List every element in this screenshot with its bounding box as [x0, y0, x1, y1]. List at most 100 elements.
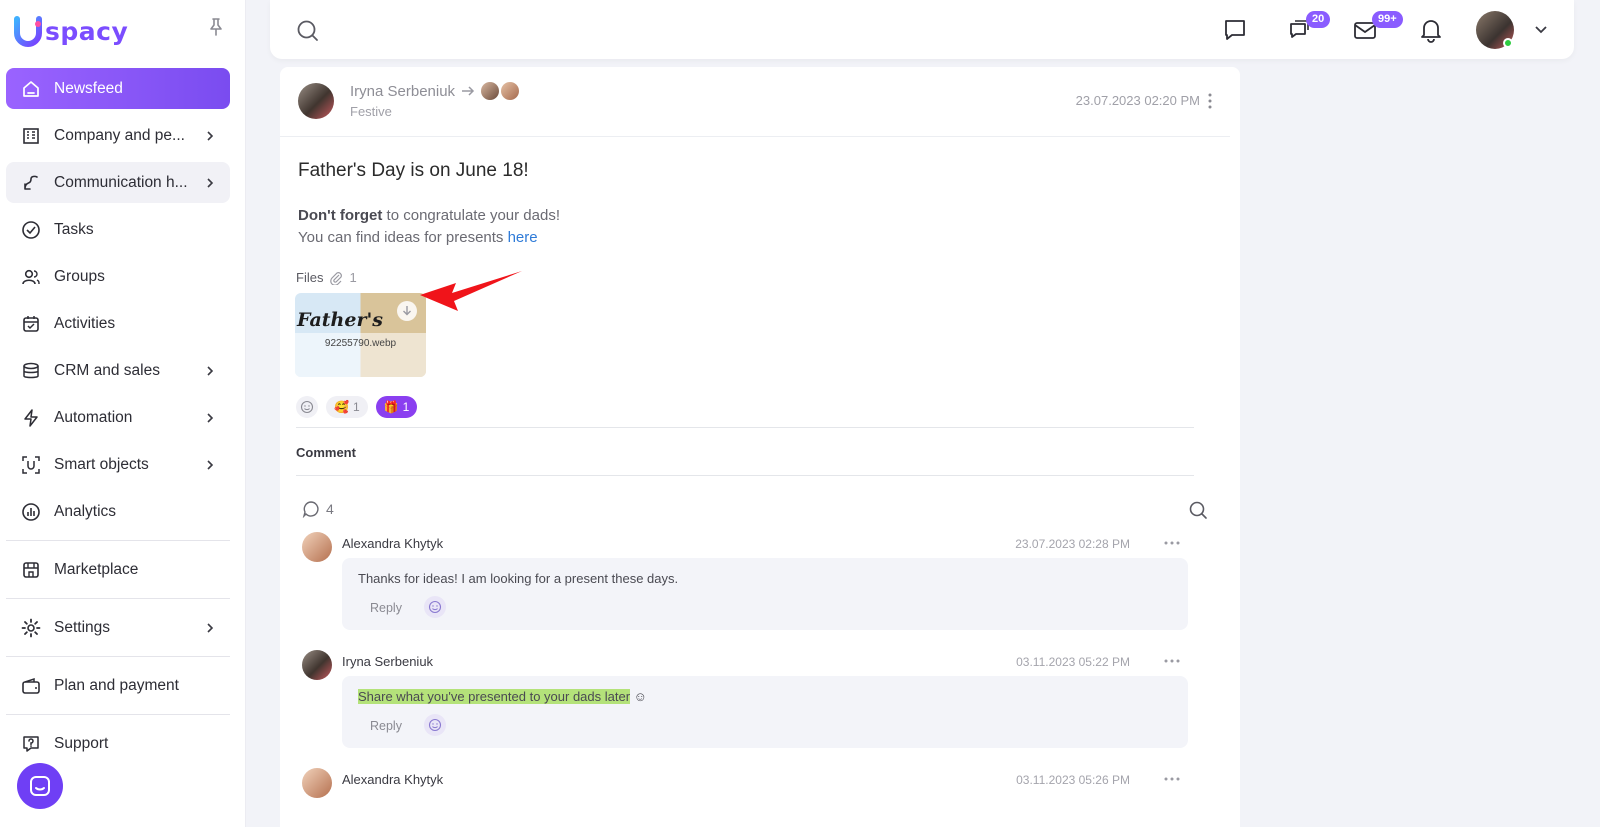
sidebar-item-label: Groups	[54, 267, 105, 285]
logo-icon	[14, 16, 42, 47]
sidebar-item-smart-objects[interactable]: Smart objects	[6, 444, 230, 485]
database-icon	[20, 360, 42, 382]
thumbnail-image-text: Father's	[297, 309, 383, 331]
files-label: Files 1	[296, 270, 357, 285]
pin-icon[interactable]	[207, 17, 225, 37]
sidebar-item-crm[interactable]: CRM and sales	[6, 350, 230, 391]
chevron-right-icon	[207, 177, 214, 188]
comment-button[interactable]: Comment	[296, 445, 356, 460]
post-author-name[interactable]: Iryna Serbeniuk	[350, 83, 455, 100]
communication-icon	[20, 172, 42, 194]
users-icon	[20, 266, 42, 288]
sidebar-item-plan[interactable]: Plan and payment	[6, 665, 230, 706]
comment-author-avatar[interactable]	[302, 650, 332, 680]
help-icon	[20, 733, 42, 755]
sidebar-item-tasks[interactable]: Tasks	[6, 209, 230, 250]
reply-button[interactable]: Reply	[370, 601, 402, 615]
files-count: 1	[349, 270, 357, 285]
sidebar-item-automation[interactable]: Automation	[6, 397, 230, 438]
sidebar-item-communication[interactable]: Communication h...	[6, 162, 230, 203]
nav-divider	[6, 714, 230, 715]
download-icon[interactable]	[397, 301, 417, 321]
reactions-bar: 🥰 1 🎁 1	[296, 396, 418, 418]
sidebar-item-label: Marketplace	[54, 560, 139, 578]
chevron-right-icon	[207, 365, 214, 376]
sidebar-item-label: Automation	[54, 408, 133, 426]
chevron-right-icon	[207, 130, 214, 141]
post-date: 23.07.2023 02:20 PM	[1075, 93, 1200, 108]
chevron-down-icon[interactable]	[1534, 22, 1548, 36]
nav-divider	[6, 598, 230, 599]
reaction-chip-active[interactable]: 🎁 1	[375, 396, 418, 418]
add-reaction-button[interactable]	[424, 714, 446, 736]
more-horizontal-icon[interactable]	[1162, 538, 1182, 548]
divider	[280, 136, 1230, 137]
file-name: 92255790.webp	[324, 338, 397, 349]
comment-author[interactable]: Iryna Serbeniuk	[342, 654, 433, 669]
chevron-right-icon	[207, 412, 214, 423]
post-body-line2: You can find ideas for presents	[298, 229, 508, 246]
reply-button[interactable]: Reply	[370, 719, 402, 733]
sidebar-item-label: Settings	[54, 618, 111, 636]
annotation-arrow-icon	[420, 271, 522, 311]
comments-search-icon[interactable]	[1188, 500, 1208, 520]
comment-author-avatar[interactable]	[302, 532, 332, 562]
search-icon[interactable]	[296, 19, 320, 43]
chat-support-button[interactable]	[17, 763, 63, 809]
more-vertical-icon[interactable]	[1202, 91, 1218, 111]
post-card: Iryna Serbeniuk Festive 23.07.2023 02:20…	[280, 67, 1240, 827]
divider	[296, 475, 1194, 476]
sidebar-item-label: Support	[54, 734, 109, 752]
divider	[296, 427, 1194, 428]
comment-text-suffix: ☺	[630, 689, 647, 704]
here-link[interactable]: here	[508, 229, 538, 246]
sidebar-item-support[interactable]: Support	[6, 723, 230, 764]
recipient-avatar[interactable]	[501, 82, 520, 100]
more-horizontal-icon[interactable]	[1162, 774, 1182, 784]
comment-author[interactable]: Alexandra Khytyk	[342, 772, 443, 787]
comment-author[interactable]: Alexandra Khytyk	[342, 536, 443, 551]
store-icon	[20, 559, 42, 581]
nav-divider	[6, 540, 230, 541]
building-icon	[20, 125, 42, 147]
check-circle-icon	[20, 219, 42, 241]
sidebar-item-marketplace[interactable]: Marketplace	[6, 549, 230, 590]
sidebar-item-groups[interactable]: Groups	[6, 256, 230, 297]
sidebar-item-label: Analytics	[54, 502, 117, 520]
recipient-avatar[interactable]	[481, 82, 500, 100]
sidebar-nav: Newsfeed Company and pe... Communication…	[6, 68, 230, 770]
reaction-emoji: 🎁	[383, 400, 399, 414]
comment-author-avatar[interactable]	[302, 768, 332, 798]
sidebar-item-activities[interactable]: Activities	[6, 303, 230, 344]
chat-badge: 20	[1306, 11, 1331, 28]
smiley-add-icon	[300, 400, 314, 414]
nav-divider	[6, 656, 230, 657]
chat-icon[interactable]	[1222, 17, 1248, 43]
reaction-emoji: 🥰	[334, 400, 349, 414]
smart-object-icon	[20, 454, 42, 476]
sidebar: spacy Newsfeed Company and pe... Communi…	[0, 0, 246, 827]
arrow-right-icon	[462, 86, 475, 96]
post-author: Iryna Serbeniuk	[350, 82, 520, 100]
add-reaction-button[interactable]	[424, 596, 446, 618]
sidebar-item-settings[interactable]: Settings	[6, 607, 230, 648]
comment-bubble: Thanks for ideas! I am looking for a pre…	[342, 558, 1188, 630]
more-horizontal-icon[interactable]	[1162, 656, 1182, 666]
sidebar-item-label: Plan and payment	[54, 676, 179, 694]
lightning-icon	[20, 407, 42, 429]
sidebar-item-analytics[interactable]: Analytics	[6, 491, 230, 532]
sidebar-item-newsfeed[interactable]: Newsfeed	[6, 68, 230, 109]
chevron-right-icon	[207, 622, 214, 633]
comment-date: 23.07.2023 02:28 PM	[1015, 537, 1130, 551]
sidebar-item-company[interactable]: Company and pe...	[6, 115, 230, 156]
reaction-chip[interactable]: 🥰 1	[326, 396, 368, 418]
logo[interactable]: spacy	[14, 14, 128, 48]
bell-icon[interactable]	[1418, 17, 1444, 43]
post-author-avatar[interactable]	[298, 83, 334, 119]
file-thumbnail[interactable]: Father's 92255790.webp	[295, 293, 426, 377]
comments-count: 4	[302, 500, 334, 518]
add-reaction-button[interactable]	[296, 396, 318, 418]
comment-text: Share what you've presented to your dads…	[358, 689, 647, 704]
reaction-count: 1	[352, 400, 360, 414]
online-status-dot	[1503, 38, 1513, 48]
